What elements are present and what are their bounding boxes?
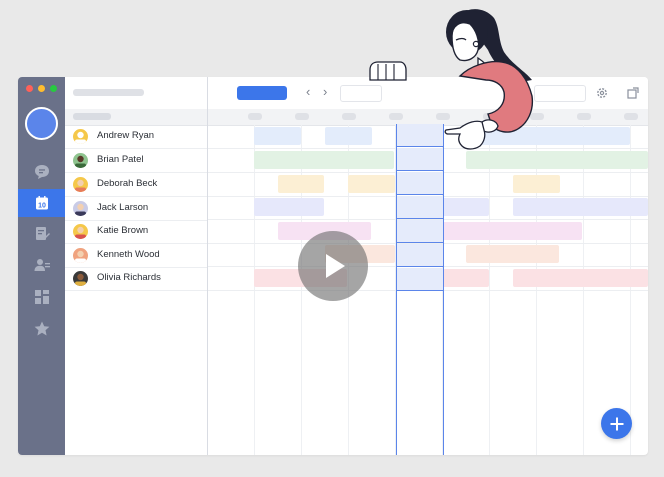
shift-bar[interactable] bbox=[254, 127, 301, 145]
user-avatar[interactable] bbox=[25, 107, 58, 140]
shift-bar[interactable] bbox=[466, 127, 630, 145]
shift-bar[interactable] bbox=[325, 127, 372, 145]
person-avatar bbox=[73, 271, 88, 286]
shift-bar[interactable] bbox=[442, 269, 489, 287]
shift-bar[interactable] bbox=[278, 175, 324, 193]
person-name: Kenneth Wood bbox=[97, 249, 160, 260]
shift-bar[interactable] bbox=[254, 151, 394, 169]
today-button[interactable] bbox=[237, 86, 287, 100]
date-picker[interactable] bbox=[340, 85, 382, 102]
chat-icon bbox=[34, 165, 49, 179]
sidebar-item-dashboard[interactable] bbox=[18, 283, 65, 311]
calendar-day: 10 bbox=[38, 202, 46, 209]
search-input[interactable] bbox=[534, 85, 586, 102]
document-edit-icon bbox=[35, 227, 50, 240]
schedule-grid: ‹ › bbox=[208, 77, 648, 455]
person-avatar bbox=[73, 177, 88, 192]
shift-bar[interactable] bbox=[466, 245, 559, 263]
star-icon bbox=[34, 321, 49, 336]
export-button[interactable] bbox=[625, 85, 641, 101]
people-panel: Andrew Ryan Brian Patel Deborah Beck Jac… bbox=[65, 77, 208, 455]
minimize-window-button[interactable] bbox=[38, 85, 45, 92]
person-row[interactable]: Andrew Ryan bbox=[65, 125, 207, 149]
shift-bar[interactable] bbox=[513, 175, 560, 193]
person-name: Brian Patel bbox=[97, 154, 144, 165]
settings-button[interactable] bbox=[594, 85, 610, 101]
play-icon[interactable] bbox=[298, 231, 368, 301]
person-name: Andrew Ryan bbox=[97, 130, 155, 141]
shift-bar[interactable] bbox=[442, 198, 489, 216]
person-name: Katie Brown bbox=[97, 225, 149, 236]
grid-toolbar: ‹ › bbox=[208, 77, 648, 109]
panel-subheader bbox=[65, 109, 207, 126]
close-window-button[interactable] bbox=[26, 85, 33, 92]
person-name: Deborah Beck bbox=[97, 178, 158, 189]
shift-bar[interactable] bbox=[513, 269, 648, 287]
sidebar: 10 bbox=[18, 77, 65, 455]
person-row[interactable]: Katie Brown bbox=[65, 220, 207, 244]
plus-icon bbox=[610, 417, 623, 430]
person-row[interactable]: Jack Larson bbox=[65, 197, 207, 221]
user-settings-icon bbox=[34, 259, 50, 271]
shift-bar[interactable] bbox=[466, 151, 648, 169]
calendar-icon: 10 bbox=[35, 196, 48, 210]
shift-bar[interactable] bbox=[348, 175, 395, 193]
add-button[interactable] bbox=[601, 408, 632, 439]
export-icon bbox=[627, 87, 639, 99]
person-avatar bbox=[73, 224, 88, 239]
gear-icon bbox=[597, 88, 607, 98]
shift-bar[interactable] bbox=[442, 222, 582, 240]
shift-bar[interactable] bbox=[254, 198, 324, 216]
person-row[interactable]: Deborah Beck bbox=[65, 173, 207, 197]
person-row[interactable]: Brian Patel bbox=[65, 149, 207, 173]
person-name: Olivia Richards bbox=[97, 272, 161, 283]
person-name: Jack Larson bbox=[97, 202, 149, 213]
person-avatar bbox=[73, 248, 88, 263]
next-button[interactable]: › bbox=[323, 85, 327, 99]
panel-title-placeholder bbox=[73, 89, 144, 96]
sidebar-item-chat[interactable] bbox=[18, 158, 65, 186]
person-row[interactable]: Kenneth Wood bbox=[65, 244, 207, 268]
prev-button[interactable]: ‹ bbox=[306, 85, 310, 99]
person-avatar bbox=[73, 129, 88, 144]
person-row[interactable]: Olivia Richards bbox=[65, 267, 207, 291]
sidebar-item-calendar[interactable]: 10 bbox=[18, 189, 65, 217]
shift-bar[interactable] bbox=[513, 198, 648, 216]
maximize-window-button[interactable] bbox=[50, 85, 57, 92]
sidebar-item-people[interactable] bbox=[18, 251, 65, 279]
person-avatar bbox=[73, 153, 88, 168]
sidebar-item-tasks[interactable] bbox=[18, 220, 65, 248]
selected-day-column[interactable] bbox=[396, 124, 444, 455]
sidebar-item-favorites[interactable] bbox=[18, 315, 65, 343]
person-avatar bbox=[73, 201, 88, 216]
dashboard-icon bbox=[34, 290, 49, 304]
